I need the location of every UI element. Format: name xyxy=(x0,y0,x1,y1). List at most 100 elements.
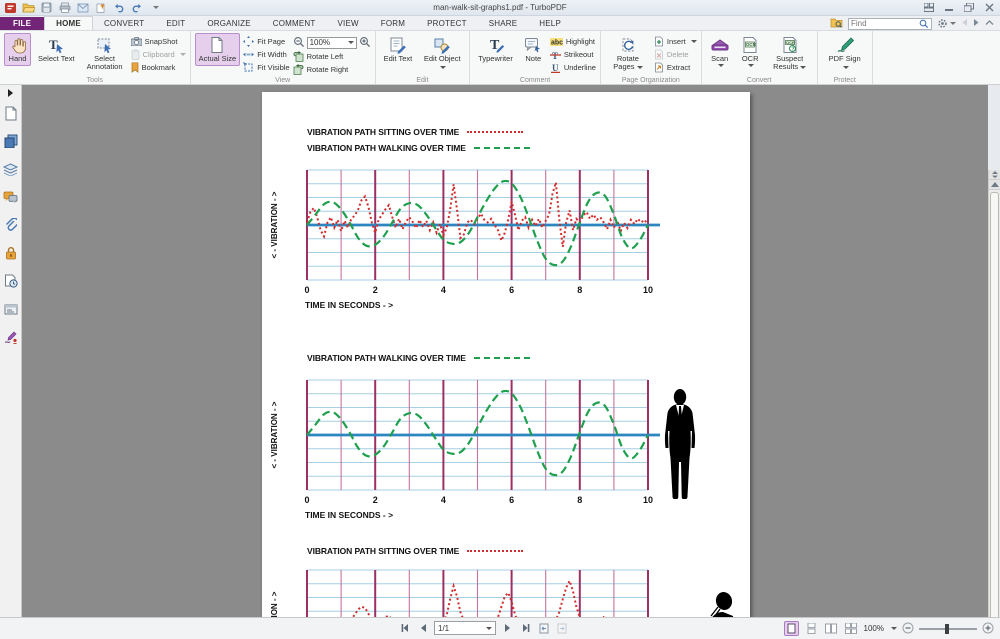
find-previous-button[interactable] xyxy=(961,18,968,29)
single-page-view-button[interactable] xyxy=(784,621,799,636)
qat-customize-button[interactable] xyxy=(148,2,161,14)
zoom-in-slider-button[interactable] xyxy=(982,622,994,636)
rotate-pages-button[interactable]: Rotate Pages xyxy=(605,33,651,75)
next-page-button[interactable] xyxy=(501,621,514,635)
tab-share[interactable]: SHARE xyxy=(478,17,529,30)
layout-switch-button[interactable] xyxy=(922,2,936,13)
svg-text:4: 4 xyxy=(441,495,446,505)
bookmark-button[interactable]: Bookmark xyxy=(131,62,186,73)
collapse-ribbon-button[interactable] xyxy=(985,19,994,28)
delete-pages-button[interactable]: Delete xyxy=(654,49,697,60)
clipboard-button[interactable]: Clipboard xyxy=(131,49,186,60)
signatures-panel-button[interactable] xyxy=(2,328,20,346)
actual-size-button[interactable]: Actual Size xyxy=(195,33,241,66)
security-panel-button[interactable] xyxy=(2,244,20,262)
page-number-box[interactable]: 1/1 xyxy=(434,621,496,635)
fit-page-button[interactable]: Fit Page xyxy=(243,36,289,47)
first-page-button[interactable] xyxy=(398,621,411,635)
suspect-results-button[interactable]: OCR? Suspect Results xyxy=(767,33,813,75)
facing-view-button[interactable] xyxy=(824,621,839,636)
tab-help[interactable]: HELP xyxy=(528,17,572,30)
vibration-chart-walking: 0246810< - VIBRATION - >TIME IN SECONDS … xyxy=(267,376,664,524)
select-annotation-button[interactable]: Select Annotation xyxy=(82,33,128,75)
strikeout-button[interactable]: TStrikeout xyxy=(550,49,596,60)
legend-walking-chart1: VIBRATION PATH WALKING OVER TIME xyxy=(307,143,530,153)
tab-view[interactable]: VIEW xyxy=(326,17,369,30)
scroll-up-button[interactable] xyxy=(989,180,1000,190)
scrollbar-split-button[interactable] xyxy=(989,170,1000,180)
underline-icon: U xyxy=(550,63,561,73)
bookmarks-panel-button[interactable] xyxy=(2,104,20,122)
tab-edit[interactable]: EDIT xyxy=(155,17,196,30)
open-button[interactable] xyxy=(22,2,35,14)
zoom-out-slider-button[interactable] xyxy=(902,622,914,636)
note-button[interactable]: Note xyxy=(520,33,547,66)
zoom-out-button[interactable] xyxy=(293,36,305,50)
destinations-panel-button[interactable] xyxy=(2,272,20,290)
next-view-button[interactable] xyxy=(555,621,568,635)
pdf-sign-button[interactable]: PDF Sign xyxy=(822,33,868,75)
insert-pages-button[interactable]: Insert xyxy=(654,36,697,47)
vertical-scrollbar[interactable] xyxy=(988,170,1000,617)
search-icon[interactable] xyxy=(919,19,929,29)
email-button[interactable] xyxy=(76,2,89,14)
share-button[interactable] xyxy=(94,2,107,14)
fit-visible-button[interactable]: Fit Visible xyxy=(243,62,289,73)
continuous-view-button[interactable] xyxy=(804,621,819,636)
snapshot-button[interactable]: SnapShot xyxy=(131,36,186,47)
scrollbar-thumb[interactable] xyxy=(990,192,999,617)
rotate-right-button[interactable]: Rotate Right xyxy=(293,64,371,75)
find-next-button[interactable] xyxy=(973,18,980,29)
tab-convert[interactable]: CONVERT xyxy=(93,17,155,30)
underline-button[interactable]: UUnderline xyxy=(550,62,596,73)
ribbon-group-tools: Hand T Select Text Select Annotation Sna… xyxy=(0,31,191,84)
hand-tool-button[interactable]: Hand xyxy=(4,33,31,66)
facing-continuous-view-button[interactable] xyxy=(844,621,859,636)
undo-button[interactable] xyxy=(112,2,125,14)
zoom-slider-track[interactable] xyxy=(919,628,977,630)
fields-panel-button[interactable] xyxy=(2,300,20,318)
select-text-button[interactable]: T Select Text xyxy=(34,33,79,66)
rotate-pages-icon xyxy=(619,36,637,54)
document-area[interactable]: VIBRATION PATH SITTING OVER TIME VIBRATI… xyxy=(22,85,988,617)
tab-home[interactable]: HOME xyxy=(44,16,93,30)
zoom-level-combobox[interactable]: 100% xyxy=(307,37,357,49)
last-page-button[interactable] xyxy=(519,621,532,635)
zoom-slider-thumb[interactable] xyxy=(945,624,949,634)
find-input[interactable] xyxy=(851,19,919,28)
zoom-rotate-column: 100% Rotate Left Rotate Right xyxy=(293,33,371,75)
ocr-button[interactable]: OCR OCR xyxy=(737,33,764,70)
find-options-button[interactable] xyxy=(937,18,956,29)
print-button[interactable] xyxy=(58,2,71,14)
close-button[interactable] xyxy=(982,2,996,13)
zoom-presets-caret[interactable] xyxy=(891,627,897,630)
attachments-panel-button[interactable] xyxy=(2,216,20,234)
fit-width-button[interactable]: Fit Width xyxy=(243,49,289,60)
comments-panel-button[interactable] xyxy=(2,188,20,206)
zoom-in-button[interactable] xyxy=(359,36,371,50)
scan-button[interactable]: Scan xyxy=(706,33,734,70)
previous-view-button[interactable] xyxy=(537,621,550,635)
highlight-button[interactable]: abcHighlight xyxy=(550,36,596,47)
edit-text-button[interactable]: Edit Text xyxy=(380,33,417,66)
tab-form[interactable]: FORM xyxy=(370,17,416,30)
restore-button[interactable] xyxy=(962,2,976,13)
pages-panel-button[interactable] xyxy=(2,132,20,150)
save-button[interactable] xyxy=(40,2,53,14)
extract-pages-button[interactable]: Extract xyxy=(654,62,697,73)
search-folder-icon[interactable] xyxy=(830,17,843,30)
layers-panel-button[interactable] xyxy=(2,160,20,178)
previous-page-button[interactable] xyxy=(416,621,429,635)
scanner-icon xyxy=(710,36,730,54)
app-logo-icon xyxy=(4,2,17,14)
edit-object-button[interactable]: Edit Object xyxy=(419,33,465,75)
minimize-button[interactable] xyxy=(942,2,956,13)
typewriter-button[interactable]: T Typewriter xyxy=(474,33,517,66)
tab-file[interactable]: FILE xyxy=(0,17,44,30)
nav-pane-toggle-arrow[interactable] xyxy=(1,88,19,98)
tab-protect[interactable]: PROTECT xyxy=(416,17,478,30)
rotate-left-button[interactable]: Rotate Left xyxy=(293,51,371,62)
redo-button[interactable] xyxy=(130,2,143,14)
tab-organize[interactable]: ORGANIZE xyxy=(196,17,261,30)
tab-comment[interactable]: COMMENT xyxy=(262,17,327,30)
